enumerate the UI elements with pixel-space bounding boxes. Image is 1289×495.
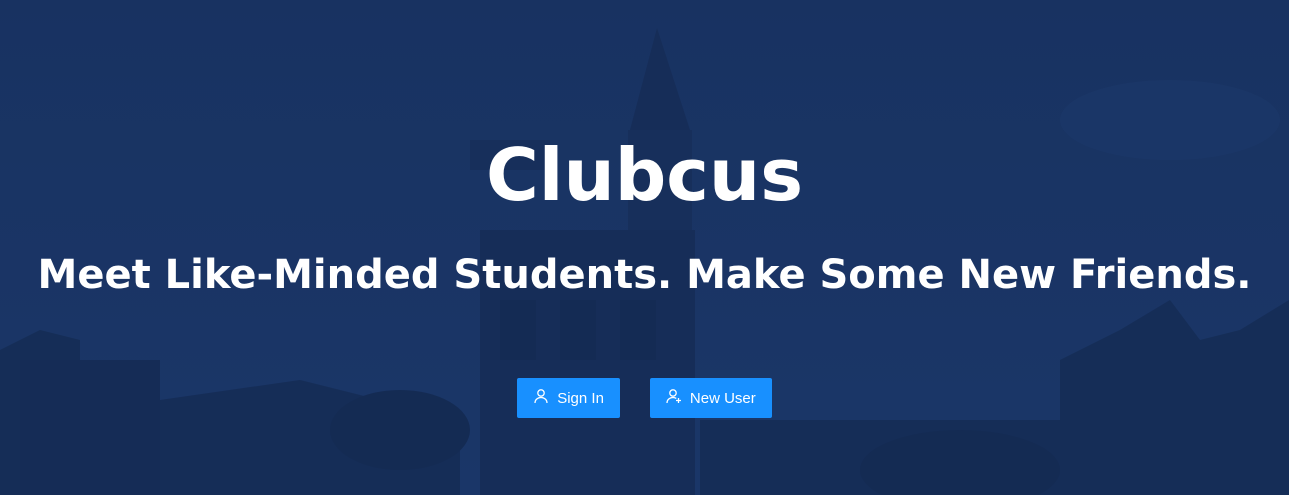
user-add-icon xyxy=(666,388,682,408)
tagline: Meet Like-Minded Students. Make Some New… xyxy=(37,252,1252,298)
sign-in-button[interactable]: Sign In xyxy=(517,378,620,418)
site-title: Clubcus xyxy=(485,133,804,217)
auth-actions: Sign In New User xyxy=(0,378,1289,418)
new-user-button[interactable]: New User xyxy=(649,378,772,418)
user-icon xyxy=(533,388,549,408)
hero-content: Clubcus Meet Like-Minded Students. Make … xyxy=(0,0,1289,495)
new-user-label: New User xyxy=(689,389,756,407)
hero-section: Clubcus Meet Like-Minded Students. Make … xyxy=(0,0,1289,495)
sign-in-label: Sign In xyxy=(557,389,604,407)
